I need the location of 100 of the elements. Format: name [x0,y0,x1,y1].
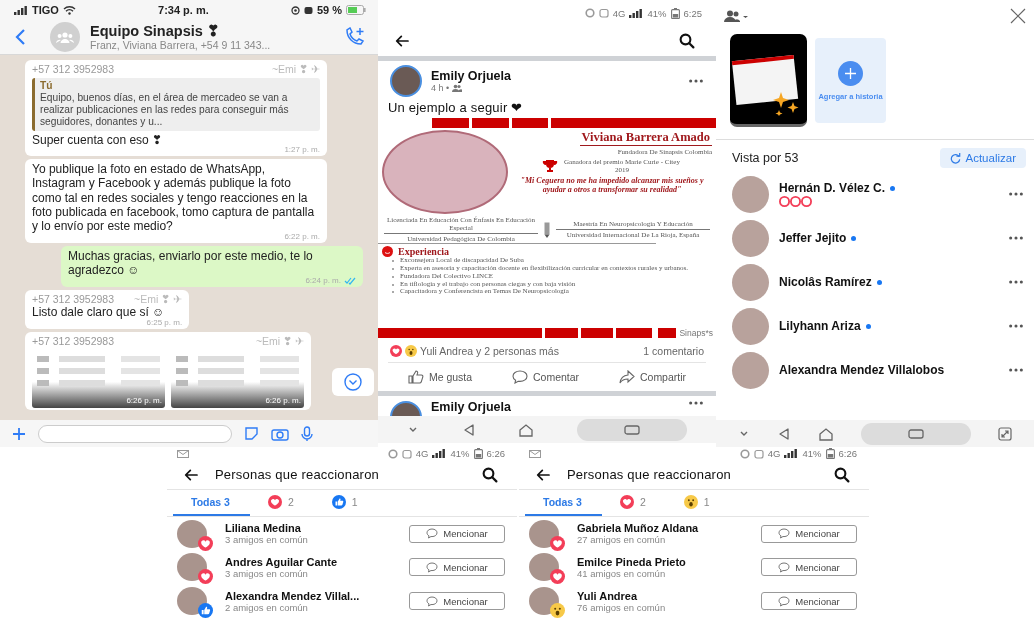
close-icon[interactable] [1010,8,1026,24]
home-icon[interactable] [817,426,834,441]
scroll-down-button[interactable] [332,368,374,396]
logo-text: Sinaps*s [678,327,714,338]
mail-icon [529,449,541,458]
microphone-icon[interactable] [301,425,313,442]
mention-button[interactable]: Mencionar [761,524,857,543]
sender-phone: +57 312 3952983 [32,334,115,348]
avatar [732,263,769,301]
back-chevron-icon[interactable] [14,28,26,46]
filter-tab[interactable]: 1 [313,489,378,516]
screen-title: Personas que reaccionaron [215,467,380,483]
mention-button[interactable]: Mencionar [409,558,505,577]
comment-count[interactable]: 1 comentario [643,345,704,357]
refresh-button[interactable]: Actualizar [939,148,1026,168]
sparkles-icon [773,92,799,116]
filter-tab[interactable]: Todas 3 [173,489,250,516]
flyer-quote: "Mi Ceguera no me ha impedido alcanzar mis sueños y ayudar a otros a transformar su realidad" [519,176,705,195]
plus-icon[interactable] [12,426,26,441]
person-name: Alexandra Mendez Villal... [225,589,361,602]
sender-phone: +57 312 3952983 [32,292,115,306]
more-icon[interactable] [1008,235,1024,241]
action-button[interactable]: Comentar [512,370,580,384]
battery-icon [473,448,483,460]
refresh-icon [949,152,961,164]
mention-button[interactable]: Mencionar [761,592,857,611]
message-input-field[interactable] [38,424,232,443]
mention-button[interactable]: Mencionar [761,558,857,577]
viewer-name: Lilyhann Ariza [779,319,861,333]
person-name: Andres Aguilar Cante [225,555,339,568]
mention-button[interactable]: Mencionar [409,592,505,611]
add-call-icon[interactable] [344,27,366,47]
battery-percent: 59 % [316,4,342,16]
recent-apps-button[interactable] [576,418,687,441]
square-icon [908,428,925,439]
back-arrow-icon[interactable] [394,33,410,49]
comment-icon [778,528,791,540]
image-time: 6:26 p. m. [126,395,162,406]
image-time: 6:26 p. m. [265,395,301,406]
mutual-friends: 3 amigos en común [225,534,309,546]
filter-tab[interactable]: 2 [249,489,314,516]
more-icon[interactable] [688,78,704,84]
sticker-icon[interactable] [244,426,259,441]
clock-time: 6:25 [683,7,702,19]
action-button[interactable]: Me gusta [407,370,473,384]
more-icon[interactable] [688,400,704,406]
avatar [732,351,769,389]
person-name: Gabriela Muñoz Aldana [577,522,700,535]
thumbs-up-icon [407,370,424,384]
expand-icon[interactable] [998,426,1013,441]
surprised-face-icon [683,494,698,509]
recent-apps-button[interactable] [861,422,972,445]
story-thumbnail[interactable] [730,34,807,127]
search-icon[interactable] [481,465,499,484]
camera-icon[interactable] [271,426,289,441]
post-time: 4 h • [431,83,450,93]
signal-icon [14,5,28,15]
mention-button[interactable]: Mencionar [409,524,505,543]
battery-percent: 41% [802,448,822,460]
battery-percent: 41% [450,448,470,460]
more-icon[interactable] [1008,279,1024,285]
flyer-name: Viviana Barrera Amado [579,130,712,146]
home-icon[interactable] [518,422,535,437]
back-arrow-icon[interactable] [183,466,199,483]
action-button[interactable]: Compartir [618,370,687,384]
quote-author: Tú [40,79,54,92]
battery-icon [346,5,366,15]
comment-icon [426,561,439,573]
filter-tab[interactable]: Todas 3 [525,489,602,516]
post-text: Un ejemplo a seguir ❤ [387,99,524,117]
network-type: 4G [415,448,429,460]
audience-dropdown-icon[interactable] [724,10,750,22]
surprised-face-icon [405,345,417,357]
mutual-friends: 2 amigos en común [225,601,309,613]
mutual-friends: 41 amigos en común [577,567,667,579]
viewer-name: Jeffer Jejito [779,231,847,245]
message-time: 6:25 p. m. [146,318,183,327]
message-text: Yo publique la foto en estado de WhatsApp, Instagram y Facebook y además publique la foto como tal en redes sociales y tengo reacciones en la foto publicada en facebook, tomo captura de pantalla y lo envío por este medio? [32,161,316,234]
filter-tab[interactable]: 1 [665,489,730,516]
message-text: Super cuenta con eso ❣ [32,132,164,147]
search-icon[interactable] [833,465,851,484]
sender-name: ~Emi ❣ ✈ [134,292,183,306]
back-arrow-icon[interactable] [535,466,551,483]
share-arrow-icon [618,370,635,384]
reactions-summary: Yuli Andrea y 2 personas más [420,345,560,357]
heart-reaction-icon [619,494,634,509]
author-name: Emily Orjuela [431,69,512,83]
more-icon[interactable] [1008,367,1024,373]
more-icon[interactable] [1008,323,1024,329]
search-icon[interactable] [678,32,696,50]
chat-title: Equipo Sinapsis ❣ [90,23,221,39]
more-icon[interactable] [1008,191,1024,197]
filter-tab[interactable]: 2 [601,489,666,516]
person-name: Yuli Andrea [577,589,639,602]
network-type: 4G [767,448,781,460]
sender-name: ~Emi ❣ ✈ [255,334,304,348]
viewer-name: Nicolâs Ramírez [779,275,872,289]
comment-icon [426,528,439,540]
comment-icon [778,595,791,607]
mutual-friends: 27 amigos en común [577,534,667,546]
